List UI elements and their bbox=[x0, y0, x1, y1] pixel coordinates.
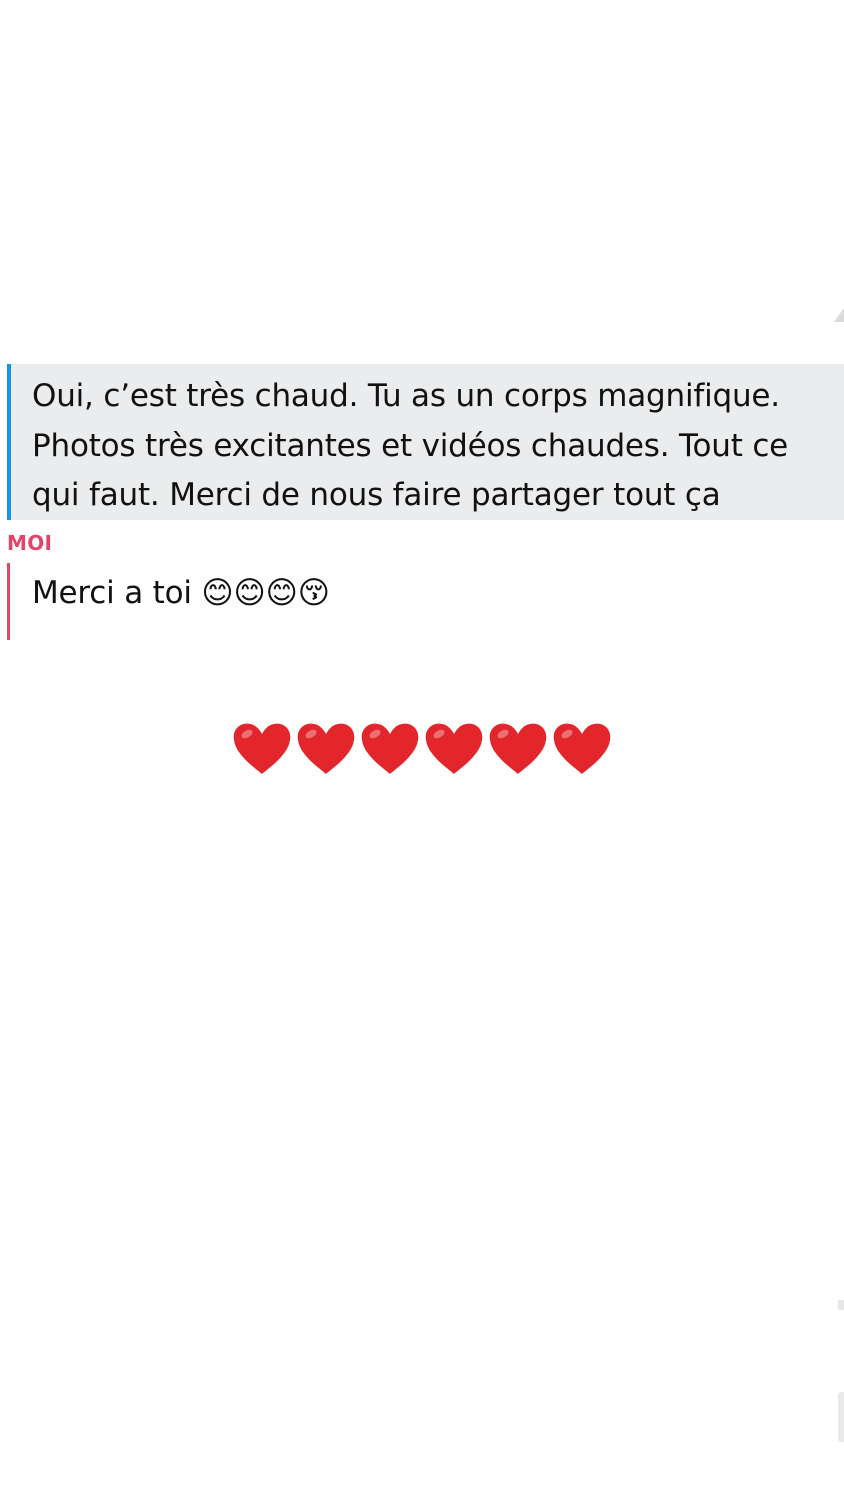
friend-message[interactable]: Oui, c’est très chaud. Tu as un corps ma… bbox=[7, 364, 844, 520]
my-message-accent-bar bbox=[7, 563, 10, 640]
my-message[interactable]: Merci a toi 😊😊😊😚 bbox=[7, 563, 844, 640]
heart-icon bbox=[294, 718, 358, 782]
heart-icon bbox=[486, 718, 550, 782]
my-message-text: Merci a toi 😊😊😊😚 bbox=[32, 575, 330, 611]
edge-indicator-top bbox=[834, 308, 844, 322]
heart-icon bbox=[230, 718, 294, 782]
heart-icon bbox=[358, 718, 422, 782]
chat-screen: Oui, c’est très chaud. Tu as un corps ma… bbox=[0, 0, 844, 1500]
heart-icon bbox=[550, 718, 614, 782]
heart-icon bbox=[422, 718, 486, 782]
edge-indicator-middle bbox=[838, 1300, 844, 1310]
friend-message-text: Oui, c’est très chaud. Tu as un corps ma… bbox=[32, 378, 789, 513]
friend-message-accent-bar bbox=[7, 364, 11, 520]
scroll-handle[interactable] bbox=[838, 1392, 844, 1442]
hearts-row bbox=[0, 718, 844, 788]
sender-label-me: MOI bbox=[7, 531, 53, 555]
